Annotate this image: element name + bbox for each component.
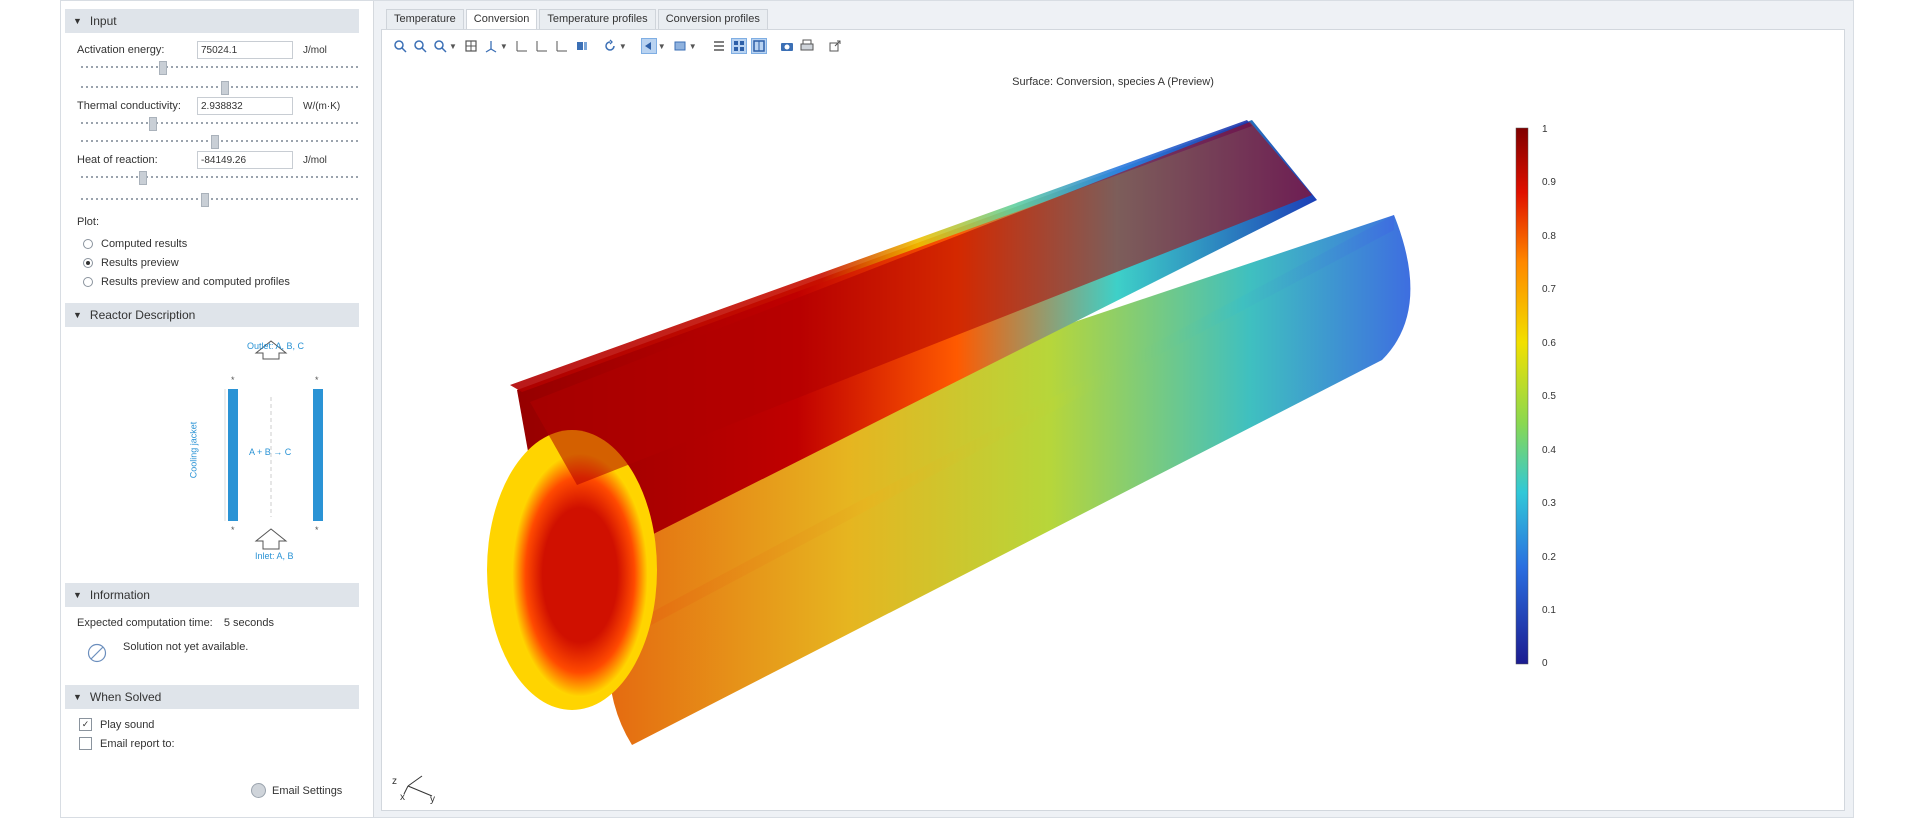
colorbar-tick: 0.3 [1542, 498, 1556, 509]
svg-text:*: * [315, 375, 319, 385]
computation-time-value: 5 seconds [223, 617, 274, 629]
radio-dot-selected[interactable] [83, 258, 93, 268]
colorbar-tick: 1 [1542, 124, 1548, 135]
slider-thumb[interactable] [221, 81, 229, 95]
checkbox-box[interactable] [79, 737, 92, 750]
radio-label: Results preview [101, 257, 179, 269]
colorbar-tick: 0.8 [1542, 231, 1556, 242]
computation-time-row: Expected computation time: 5 seconds [77, 617, 274, 629]
heat-of-reaction-input[interactable] [197, 151, 293, 169]
checkbox-box-checked[interactable]: ✓ [79, 718, 92, 731]
slider-thumb[interactable] [159, 61, 167, 75]
thermal-conductivity-slider[interactable] [81, 117, 361, 131]
colorbar-tick: 0.7 [1542, 284, 1556, 295]
activation-energy-row: Activation energy: J/mol [77, 41, 327, 59]
tab-temperature[interactable]: Temperature [386, 9, 464, 29]
heat-of-reaction-unit: J/mol [303, 154, 327, 166]
conversion-surface-plot[interactable] [382, 30, 1844, 810]
tab-conversion[interactable]: Conversion [465, 9, 538, 29]
slider-thumb[interactable] [201, 193, 209, 207]
inlet-label: Inlet: A, B [255, 551, 294, 561]
reactor-diagram: * * * * Outlet: A, B, C A + B → C Inlet:… [188, 337, 361, 567]
collapse-triangle-icon[interactable]: ▼ [73, 692, 82, 702]
tab-conversion-profiles[interactable]: Conversion profiles [657, 9, 768, 29]
play-sound-checkbox[interactable]: ✓ Play sound [79, 718, 154, 731]
plot-tabs: Temperature Conversion Temperature profi… [386, 9, 770, 29]
email-settings-button[interactable]: Email Settings [251, 783, 342, 798]
thermal-conductivity-unit: W/(m·K) [303, 100, 341, 112]
collapse-triangle-icon[interactable]: ▼ [73, 590, 82, 600]
thermal-conductivity-input[interactable] [197, 97, 293, 115]
radio-dot[interactable] [83, 277, 93, 287]
colorbar-tick: 0.2 [1542, 552, 1556, 563]
colorbar-tick: 0.6 [1542, 338, 1556, 349]
colorbar-tick: 0.1 [1542, 605, 1556, 616]
heat-of-reaction-slider[interactable] [81, 171, 361, 185]
activation-energy-input[interactable] [197, 41, 293, 59]
heat-of-reaction-slider-fine[interactable] [81, 193, 361, 207]
axis-y-label: y [430, 794, 435, 805]
when-solved-section-title: When Solved [89, 690, 162, 704]
settings-gear-icon [251, 783, 266, 798]
activation-energy-slider-fine[interactable] [81, 81, 361, 95]
activation-energy-unit: J/mol [303, 44, 327, 56]
solution-status: Solution not yet available. [123, 641, 249, 653]
reaction-label: A + B → C [249, 447, 292, 457]
colorbar-tick: 0 [1542, 658, 1548, 669]
reactor-section-header[interactable]: ▼ Reactor Description [65, 303, 359, 327]
tab-temperature-profiles[interactable]: Temperature profiles [539, 9, 656, 29]
email-settings-label: Email Settings [272, 784, 343, 797]
input-section-title: Input [89, 14, 117, 28]
activation-energy-slider[interactable] [81, 61, 361, 75]
information-section-title: Information [89, 588, 150, 602]
slider-thumb[interactable] [211, 135, 219, 149]
axis-x-label: x [400, 792, 405, 803]
thermal-conductivity-slider-fine[interactable] [81, 135, 361, 149]
radio-preview-and-profiles[interactable]: Results preview and computed profiles [83, 276, 290, 288]
thermal-conductivity-row: Thermal conductivity: W/(m·K) [77, 97, 340, 115]
computation-time-label: Expected computation time: [77, 617, 213, 629]
collapse-triangle-icon[interactable]: ▼ [73, 16, 82, 26]
colorbar [1515, 127, 1529, 665]
radio-dot[interactable] [83, 239, 93, 249]
radio-results-preview[interactable]: Results preview [83, 257, 179, 269]
svg-text:*: * [231, 375, 235, 385]
app-window: ▼ Input Activation energy: J/mol Thermal… [60, 0, 1854, 818]
svg-text:*: * [231, 525, 235, 535]
axis-z-label: z [392, 776, 397, 787]
not-available-icon [87, 643, 107, 668]
activation-energy-label: Activation energy: [77, 44, 165, 56]
email-report-label: Email report to: [100, 737, 175, 750]
colorbar-tick: 0.4 [1542, 445, 1556, 456]
colorbar-tick: 0.5 [1542, 391, 1556, 402]
email-report-checkbox[interactable]: Email report to: [79, 737, 175, 750]
radio-label: Results preview and computed profiles [101, 276, 290, 288]
graphics-window[interactable]: ▼ ▼ ▼ ▼ ▼ Surface: Conversion, species A… [381, 29, 1845, 811]
thermal-conductivity-label: Thermal conductivity: [77, 100, 181, 112]
heat-of-reaction-label: Heat of reaction: [77, 154, 158, 166]
radio-label: Computed results [101, 238, 188, 250]
play-sound-label: Play sound [100, 718, 155, 731]
input-section-header[interactable]: ▼ Input [65, 9, 359, 33]
cooling-jacket-label: Cooling jacket [188, 421, 199, 479]
reactor-section-title: Reactor Description [89, 308, 196, 322]
settings-panel: ▼ Input Activation energy: J/mol Thermal… [61, 1, 374, 817]
collapse-triangle-icon[interactable]: ▼ [73, 310, 82, 320]
outlet-label: Outlet: A, B, C [247, 341, 305, 351]
colorbar-tick: 0.9 [1542, 177, 1556, 188]
heat-of-reaction-row: Heat of reaction: J/mol [77, 151, 327, 169]
information-section-header[interactable]: ▼ Information [65, 583, 359, 607]
slider-thumb[interactable] [139, 171, 147, 185]
when-solved-section-header[interactable]: ▼ When Solved [65, 685, 359, 709]
plot-label: Plot: [77, 216, 100, 228]
svg-text:*: * [315, 525, 319, 535]
slider-thumb[interactable] [149, 117, 157, 131]
radio-computed-results[interactable]: Computed results [83, 238, 187, 250]
